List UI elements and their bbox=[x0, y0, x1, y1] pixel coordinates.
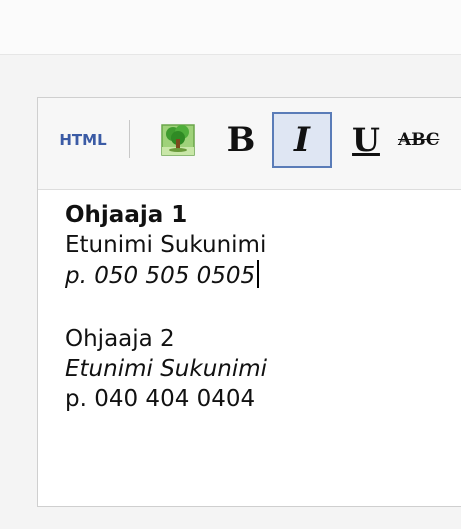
phone-ohjaaja-2: p. 040 404 0404 bbox=[65, 386, 256, 412]
name-ohjaaja-1: Etunimi Sukunimi bbox=[65, 232, 267, 258]
heading-ohjaaja-1: Ohjaaja 1 bbox=[65, 202, 188, 228]
tree-image-icon bbox=[161, 124, 195, 156]
italic-button[interactable]: I bbox=[272, 112, 332, 168]
text-caret bbox=[257, 260, 260, 288]
bold-button[interactable]: B bbox=[216, 112, 266, 168]
top-bar bbox=[0, 0, 461, 55]
phone-ohjaaja-1: p. 050 505 0505 bbox=[65, 263, 256, 289]
insert-image-button[interactable] bbox=[151, 112, 205, 168]
editor-content[interactable]: Ohjaaja 1 Etunimi Sukunimi p. 050 505 05… bbox=[65, 200, 445, 414]
toolbar-separator bbox=[129, 120, 130, 158]
heading-ohjaaja-2: Ohjaaja 2 bbox=[65, 326, 175, 352]
name-ohjaaja-2: Etunimi Sukunimi bbox=[65, 356, 268, 382]
underline-button[interactable]: U bbox=[340, 112, 392, 168]
phone-ohjaaja-1-row: p. 050 505 0505 bbox=[65, 260, 445, 290]
strikethrough-button[interactable]: ABC bbox=[398, 112, 461, 168]
html-source-button[interactable]: HTML bbox=[48, 112, 118, 168]
editor-toolbar: HTML B I U ABC bbox=[38, 98, 461, 190]
